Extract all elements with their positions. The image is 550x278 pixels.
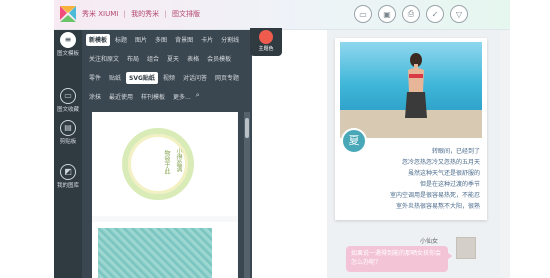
- tab-divider[interactable]: 分割线: [218, 34, 242, 46]
- breadcrumb: 秀米 XIUMI | 我的秀米 | 图文排版: [82, 9, 203, 19]
- tab-sample-templates[interactable]: 样刊模板: [138, 91, 168, 103]
- theme-color-button[interactable]: 主题色: [250, 28, 282, 56]
- tab-more[interactable]: 更多...: [170, 91, 194, 103]
- category-row-2: 关注和原文 布局 组合 夏天 表格 会员模板: [86, 53, 234, 65]
- category-row-4: 涂抹 最近使用 样刊模板 更多... ⌕: [86, 91, 200, 103]
- tab-multi-image[interactable]: 多图: [152, 34, 170, 46]
- rail-item-gallery[interactable]: ◩ 我的图库: [54, 162, 82, 196]
- poem-line: 但是在这种过渡的季节: [419, 181, 480, 188]
- card-vertical-text: 物致于此: [163, 150, 170, 174]
- tab-combo[interactable]: 组合: [144, 53, 162, 65]
- tab-follow[interactable]: 关注和原文: [86, 53, 122, 65]
- check-icon[interactable]: ✓: [426, 5, 444, 23]
- poem-text: 转眼间，已经到了 忽冷忽热忽冷又忽热的五月天 虽然这种天气还是很舒服的 但是在这…: [372, 146, 480, 212]
- toolbar: ▭ ▣ ⎙ ✓ ▽: [354, 5, 468, 23]
- preview-gutter: [500, 30, 510, 278]
- folder-icon[interactable]: ▭: [354, 5, 372, 23]
- chat-sender-name: 小仙女: [420, 238, 439, 245]
- poem-line: 室内空调用是很容易热死，不能忍: [389, 192, 480, 199]
- tab-new-templates[interactable]: 新模板: [86, 34, 111, 46]
- breadcrumb-separator: |: [123, 10, 126, 18]
- season-badge: 夏: [341, 128, 367, 154]
- template-card[interactable]: [92, 222, 237, 278]
- poem-line: 室外炎热很容易熬不大阳，很熟: [395, 203, 480, 210]
- tab-title[interactable]: 标题: [112, 34, 130, 46]
- breadcrumb-current: 图文排版: [171, 10, 200, 18]
- search-icon[interactable]: ⌕: [196, 91, 200, 103]
- theme-color-label: 主题色: [258, 46, 274, 52]
- tab-summer[interactable]: 夏天: [164, 53, 182, 65]
- tab-card[interactable]: 卡片: [198, 34, 216, 46]
- rail-item-templates[interactable]: ≡ 图文模板: [54, 30, 82, 64]
- tab-stickers[interactable]: 贴纸: [106, 72, 124, 84]
- category-row-1: 新模板 标题 图片 多图 背景图 卡片 分割线: [86, 34, 242, 46]
- menu-icon: ≡: [60, 32, 76, 48]
- tab-table[interactable]: 表格: [184, 53, 202, 65]
- scrollbar-thumb[interactable]: [245, 118, 249, 138]
- tab-parts[interactable]: 零件: [86, 72, 104, 84]
- dropdown-icon[interactable]: ▽: [450, 5, 468, 23]
- water-texture-image: [98, 228, 212, 278]
- flower-wreath-image: [122, 128, 194, 200]
- rail-item-label: 剪贴板: [59, 139, 77, 145]
- tab-qa[interactable]: 对话问答: [180, 72, 210, 84]
- category-row-3: 零件 贴纸 SVG贴纸 视频 对话问答 网页专题: [86, 72, 242, 84]
- rail-item-favorites[interactable]: ▭ 图文收藏: [54, 86, 82, 120]
- tab-smear[interactable]: 涂抹: [86, 91, 104, 103]
- avatar: [456, 237, 476, 259]
- tab-video[interactable]: 视频: [160, 72, 178, 84]
- tab-member-templates[interactable]: 会员模板: [204, 53, 234, 65]
- poem-line: 忽冷忽热忽冷又忽热的五月天: [401, 159, 480, 166]
- rail-item-label: 我的图库: [56, 183, 79, 189]
- pool-photo: [340, 42, 482, 138]
- folder-icon: ▭: [60, 88, 76, 104]
- poem-line: 转眼间，已经到了: [431, 148, 480, 155]
- clipboard-icon: ▤: [60, 120, 76, 136]
- chat-bubble-tail: [447, 252, 452, 260]
- rail-item-label: 图文模板: [56, 51, 79, 57]
- tab-web-topic[interactable]: 网页专题: [212, 72, 242, 84]
- print-icon[interactable]: ⎙: [402, 5, 420, 23]
- breadcrumb-home[interactable]: 秀米 XIUMI: [82, 10, 118, 18]
- rail-item-label: 图文收藏: [56, 107, 79, 113]
- tab-single-image[interactable]: 图片: [132, 34, 150, 46]
- editor-app: 秀米 XIUMI | 我的秀米 | 图文排版 ▭ ▣ ⎙ ✓ ▽ ≡ 图文模板 …: [0, 0, 550, 278]
- woman-figure: [405, 53, 427, 118]
- image-icon: ◩: [60, 164, 76, 180]
- breadcrumb-separator: |: [164, 10, 167, 18]
- chat-bubble[interactable]: 如果说一遇得到能的那晒女孩你会怎么办呢？: [346, 246, 448, 272]
- theme-color-swatch: [259, 30, 273, 44]
- card-vertical-text: 小得盈满: [175, 148, 182, 172]
- breadcrumb-my[interactable]: 我的秀米: [131, 10, 159, 18]
- tab-background-image[interactable]: 背景图: [172, 34, 196, 46]
- left-rail: [54, 30, 82, 278]
- tab-recent[interactable]: 最近使用: [106, 91, 136, 103]
- tab-svg-stickers[interactable]: SVG贴纸: [126, 72, 158, 84]
- poem-line: 虽然这种天气还是很舒服的: [407, 170, 480, 177]
- template-card[interactable]: 小得盈满 物致于此: [92, 112, 237, 216]
- rail-item-clipboard[interactable]: ▤ 剪贴板: [54, 118, 82, 152]
- save-icon[interactable]: ▣: [378, 5, 396, 23]
- xiumi-logo[interactable]: [58, 4, 78, 24]
- tab-layout[interactable]: 布局: [124, 53, 142, 65]
